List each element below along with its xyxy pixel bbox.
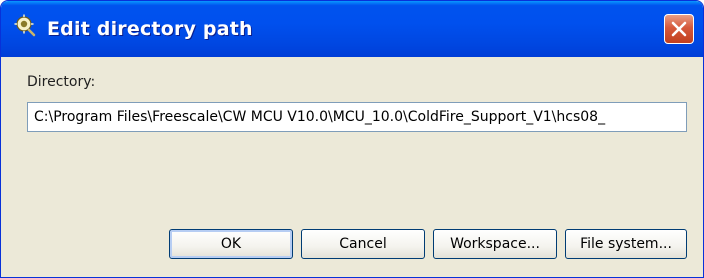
ok-button[interactable]: OK bbox=[169, 229, 293, 259]
close-icon bbox=[671, 21, 687, 37]
dialog-title: Edit directory path bbox=[47, 18, 253, 40]
file-system-button[interactable]: File system... bbox=[565, 229, 687, 259]
cancel-button[interactable]: Cancel bbox=[301, 229, 425, 259]
eclipse-perspective-icon bbox=[13, 13, 37, 37]
close-button[interactable] bbox=[664, 14, 694, 44]
directory-input[interactable]: C:\Program Files\Freescale\CW MCU V10.0\… bbox=[27, 102, 687, 132]
edit-directory-dialog: Edit directory path Directory: C:\Progra… bbox=[0, 0, 704, 278]
workspace-button[interactable]: Workspace... bbox=[433, 229, 557, 259]
dialog-body: Directory: C:\Program Files\Freescale\CW… bbox=[1, 57, 703, 277]
title-bar[interactable]: Edit directory path bbox=[1, 1, 703, 57]
directory-label: Directory: bbox=[27, 74, 96, 90]
